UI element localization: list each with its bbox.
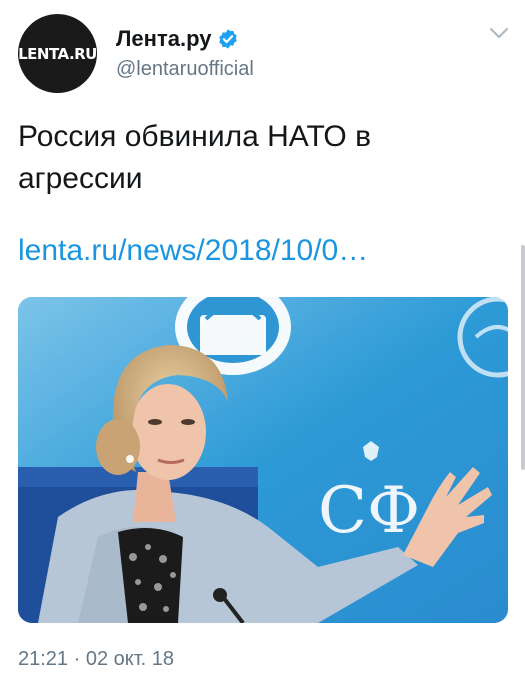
chevron-down-icon[interactable]: [489, 26, 509, 40]
media-photo-illustration: СФ: [18, 297, 508, 623]
tweet-timestamp[interactable]: 21:21 · 02 окт. 18: [18, 648, 174, 671]
tweet-text: Россия обвинила НАТО в агрессии: [18, 120, 372, 195]
avatar-logo-text: LENTA.RU: [18, 44, 97, 63]
scrollbar[interactable]: [521, 245, 525, 470]
tweet-media-image[interactable]: СФ: [18, 297, 508, 623]
avatar[interactable]: LENTA.RU: [18, 14, 97, 93]
verified-badge-icon: [219, 29, 238, 49]
handle[interactable]: @lentaruofficial: [116, 58, 254, 81]
display-name[interactable]: Лента.ру: [116, 26, 239, 52]
display-name-text: Лента.ру: [116, 26, 212, 51]
backdrop-text: СФ: [318, 474, 420, 548]
tweet-link[interactable]: lenta.ru/news/2018/10/0…: [18, 234, 368, 268]
